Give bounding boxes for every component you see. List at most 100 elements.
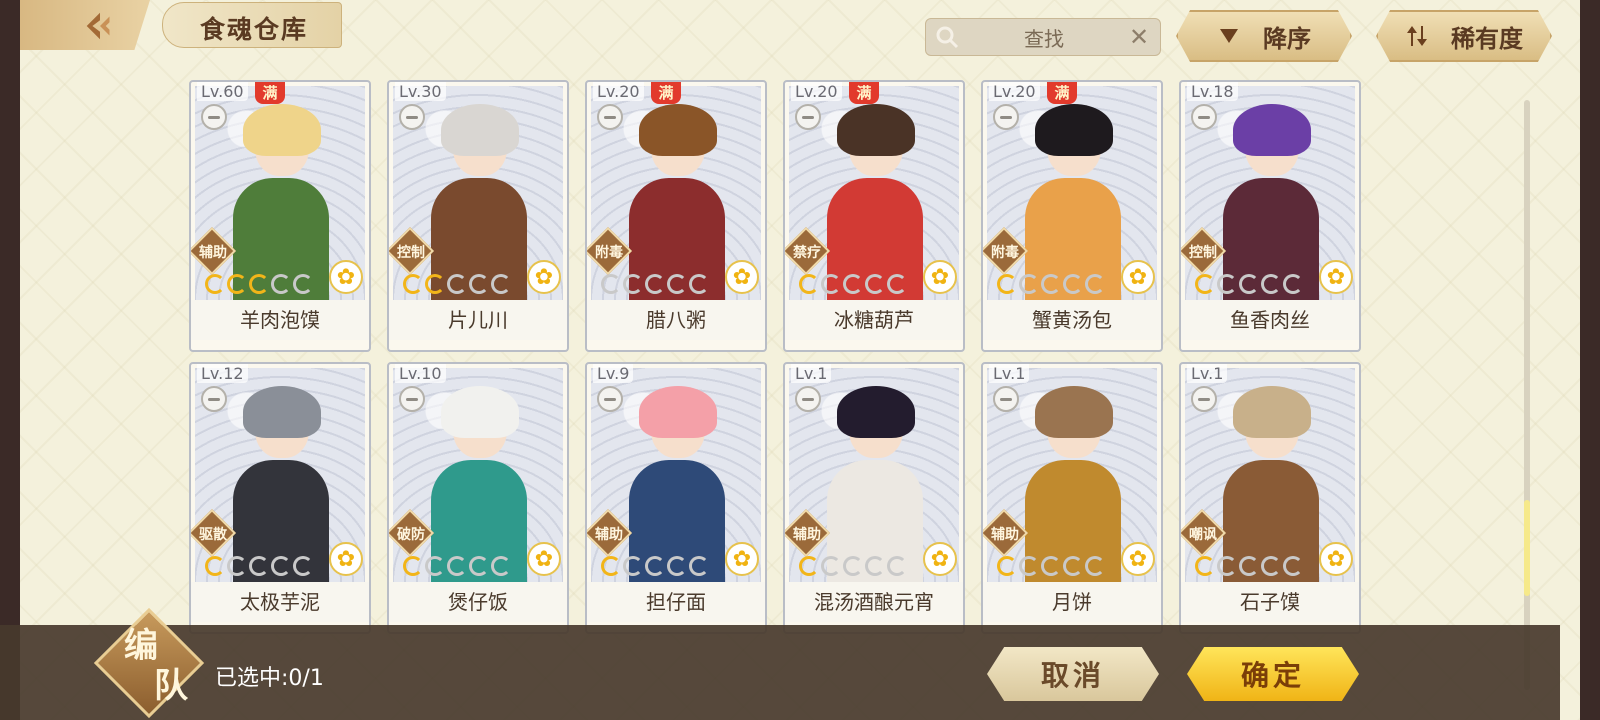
food-soul-card[interactable]: Lv.1 辅助 ✿ 混汤酒酿元宵 [783,362,965,634]
food-soul-card[interactable]: Lv.20 满禁疗 ✿ 冰糖葫芦 [783,80,965,352]
character-name: 冰糖葫芦 [785,300,963,340]
star-icon [645,274,665,294]
lock-toggle-icon[interactable] [399,386,425,412]
star-icon [601,556,621,576]
star-icon [249,274,269,294]
sort-toggle-icon [1405,24,1429,48]
max-level-badge: 满 [255,82,285,104]
team-formation-badge[interactable]: 编 队 [93,607,216,719]
food-soul-card[interactable]: Lv.20 满附毒 ✿ 蟹黄汤包 [981,80,1163,352]
character-name: 石子馍 [1181,582,1359,622]
cancel-button[interactable]: 取消 [987,647,1159,701]
team-badge-char-1: 编 [124,626,158,666]
level-label: Lv.18 [1187,82,1238,101]
flower-rarity-icon: ✿ [1121,542,1155,576]
star-icon [667,274,687,294]
lock-toggle-icon[interactable] [597,386,623,412]
role-label: 辅助 [595,527,623,543]
lock-toggle-icon[interactable] [201,386,227,412]
star-icon [227,274,247,294]
character-figure [1215,386,1325,582]
role-label: 禁疗 [793,245,821,261]
star-icon [1283,556,1303,576]
star-icon [1239,274,1259,294]
star-icon [1239,556,1259,576]
character-hair [1035,104,1113,156]
star-icon [997,556,1017,576]
team-badge-char-2: 队 [154,666,188,706]
character-name: 片儿川 [389,300,567,340]
lock-toggle-icon[interactable] [795,104,821,130]
star-icon [821,274,841,294]
star-icon [799,556,819,576]
star-icon [1283,274,1303,294]
star-icon [887,274,907,294]
star-icon [271,274,291,294]
character-figure [621,104,731,300]
star-icon [667,556,687,576]
lock-toggle-icon[interactable] [795,386,821,412]
star-icon [1019,274,1039,294]
left-frame-edge [0,0,20,720]
back-button[interactable] [78,6,122,46]
star-icon [469,556,489,576]
flower-rarity-icon: ✿ [725,260,759,294]
star-rating [799,274,907,294]
level-label: Lv.30 [395,82,446,101]
flower-rarity-icon: ✿ [725,542,759,576]
star-icon [293,274,313,294]
lock-toggle-icon[interactable] [597,104,623,130]
food-soul-card[interactable]: Lv.30 控制 ✿ 片儿川 [387,80,569,352]
level-label: Lv.10 [395,364,446,383]
star-icon [601,274,621,294]
role-label: 嘲讽 [1189,527,1217,543]
lock-toggle-icon[interactable] [1191,386,1217,412]
character-name: 月饼 [983,582,1161,622]
lock-toggle-icon[interactable] [993,386,1019,412]
character-name: 腊八粥 [587,300,765,340]
star-icon [843,556,863,576]
food-soul-card[interactable]: Lv.12 驱散 ✿ 太极芋泥 [189,362,371,634]
star-icon [1063,274,1083,294]
character-name: 太极芋泥 [191,582,369,622]
search-icon [930,20,964,54]
star-icon [1217,274,1237,294]
sort-descending-button[interactable]: 降序 [1176,10,1352,62]
confirm-button[interactable]: 确定 [1187,647,1359,701]
character-figure [423,386,533,582]
star-icon [645,556,665,576]
food-soul-card[interactable]: Lv.10 破防 ✿ 煲仔饭 [387,362,569,634]
food-soul-card[interactable]: Lv.9 辅助 ✿ 担仔面 [585,362,767,634]
food-soul-card[interactable]: Lv.60 满辅助 ✿ 羊肉泡馍 [189,80,371,352]
flower-rarity-icon: ✿ [527,542,561,576]
food-soul-card[interactable]: Lv.1 辅助 ✿ 月饼 [981,362,1163,634]
role-label: 辅助 [199,245,227,261]
food-soul-card[interactable]: Lv.20 满附毒 ✿ 腊八粥 [585,80,767,352]
star-rating [997,556,1105,576]
food-soul-card[interactable]: Lv.1 嘲讽 ✿ 石子馍 [1179,362,1361,634]
sort-descending-label: 降序 [1263,24,1311,53]
star-rating [997,274,1105,294]
character-name: 煲仔饭 [389,582,567,622]
role-label: 破防 [397,527,425,543]
close-icon[interactable]: ✕ [1124,22,1154,52]
search-input[interactable]: 查找 ✕ [925,18,1161,56]
star-icon [689,274,709,294]
star-icon [865,556,885,576]
star-rating [205,556,313,576]
character-hair [639,386,717,438]
lock-toggle-icon[interactable] [201,104,227,130]
scrollbar-track[interactable] [1524,100,1530,690]
flower-rarity-icon: ✿ [329,542,363,576]
lock-toggle-icon[interactable] [399,104,425,130]
food-soul-card[interactable]: Lv.18 控制 ✿ 鱼香肉丝 [1179,80,1361,352]
lock-toggle-icon[interactable] [1191,104,1217,130]
sort-rarity-label: 稀有度 [1451,24,1523,53]
warehouse-panel: 食魂仓库 查找 ✕ 降序 稀有度 Lv.60 满 辅助 ✿ 羊肉泡馍 Lv.30… [20,0,1580,720]
lock-toggle-icon[interactable] [993,104,1019,130]
level-label: Lv.9 [593,364,634,383]
star-rating [1195,274,1303,294]
scrollbar-thumb[interactable] [1524,500,1530,596]
role-label: 辅助 [793,527,821,543]
sort-rarity-button[interactable]: 稀有度 [1376,10,1552,62]
